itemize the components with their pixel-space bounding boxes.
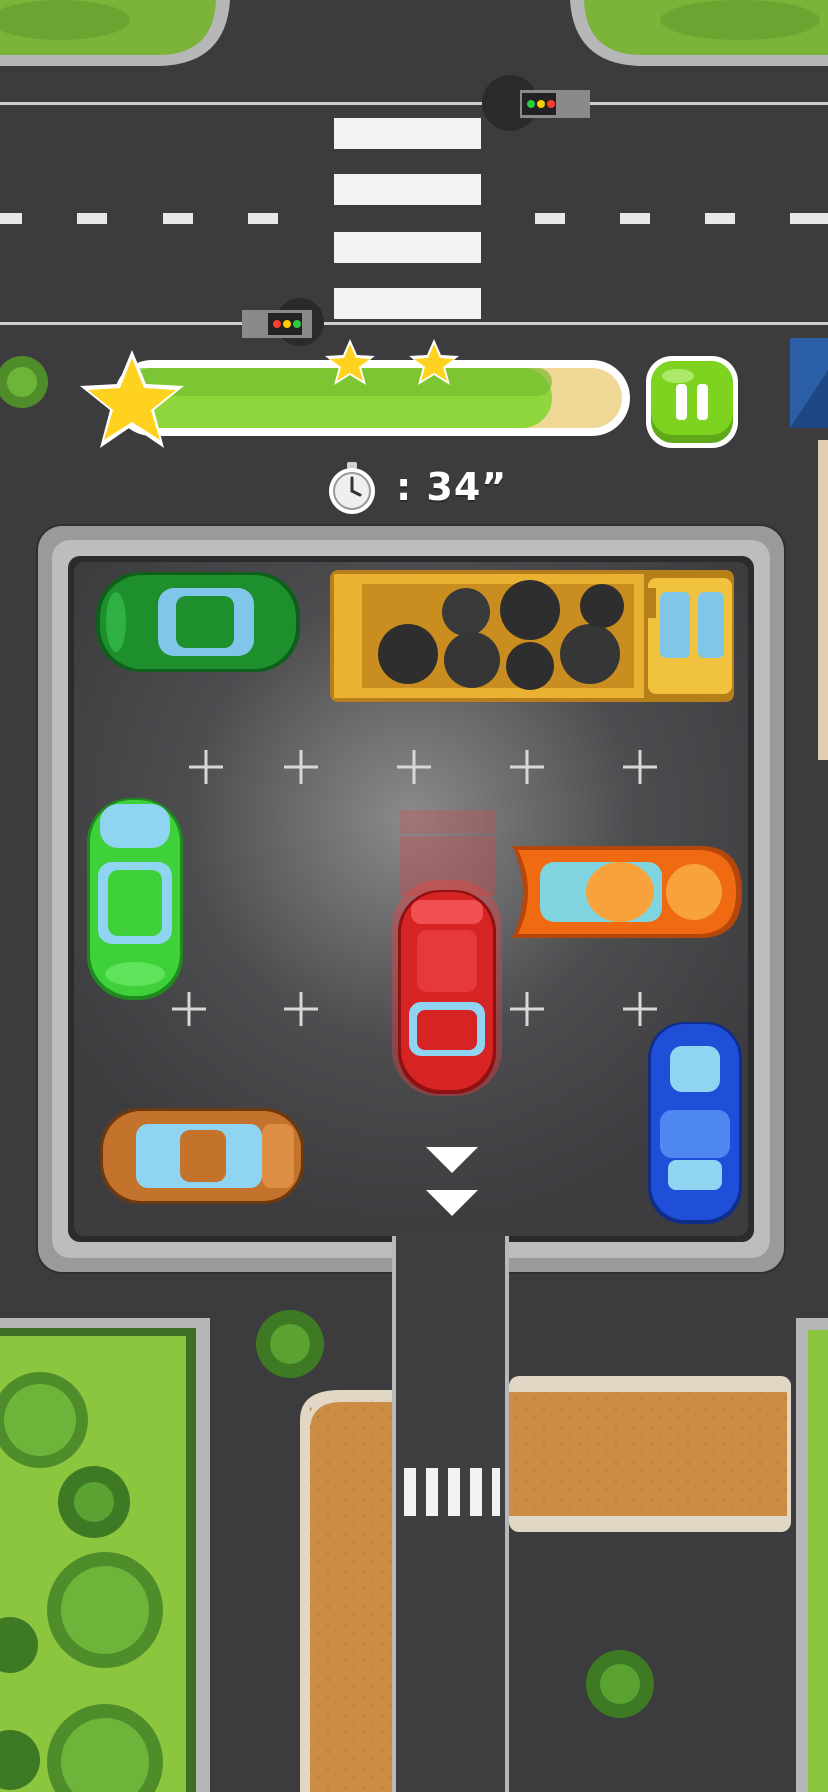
timer-label: : 34” xyxy=(396,465,508,509)
pause-icon xyxy=(676,384,687,420)
brown-car[interactable] xyxy=(100,1108,304,1204)
progress-star-1-icon xyxy=(325,339,375,385)
lime-car[interactable] xyxy=(87,798,183,1000)
stopwatch-icon xyxy=(329,462,375,514)
big-star-icon xyxy=(80,350,184,448)
vehicle-layer xyxy=(87,570,742,1224)
blue-car[interactable] xyxy=(648,1022,742,1224)
red-player-car[interactable] xyxy=(392,810,502,1096)
progress-star-2-icon xyxy=(409,339,459,385)
pause-button[interactable] xyxy=(644,354,740,450)
orange-car[interactable] xyxy=(512,846,742,938)
dump-truck[interactable] xyxy=(330,570,734,702)
green-car[interactable] xyxy=(96,572,300,672)
